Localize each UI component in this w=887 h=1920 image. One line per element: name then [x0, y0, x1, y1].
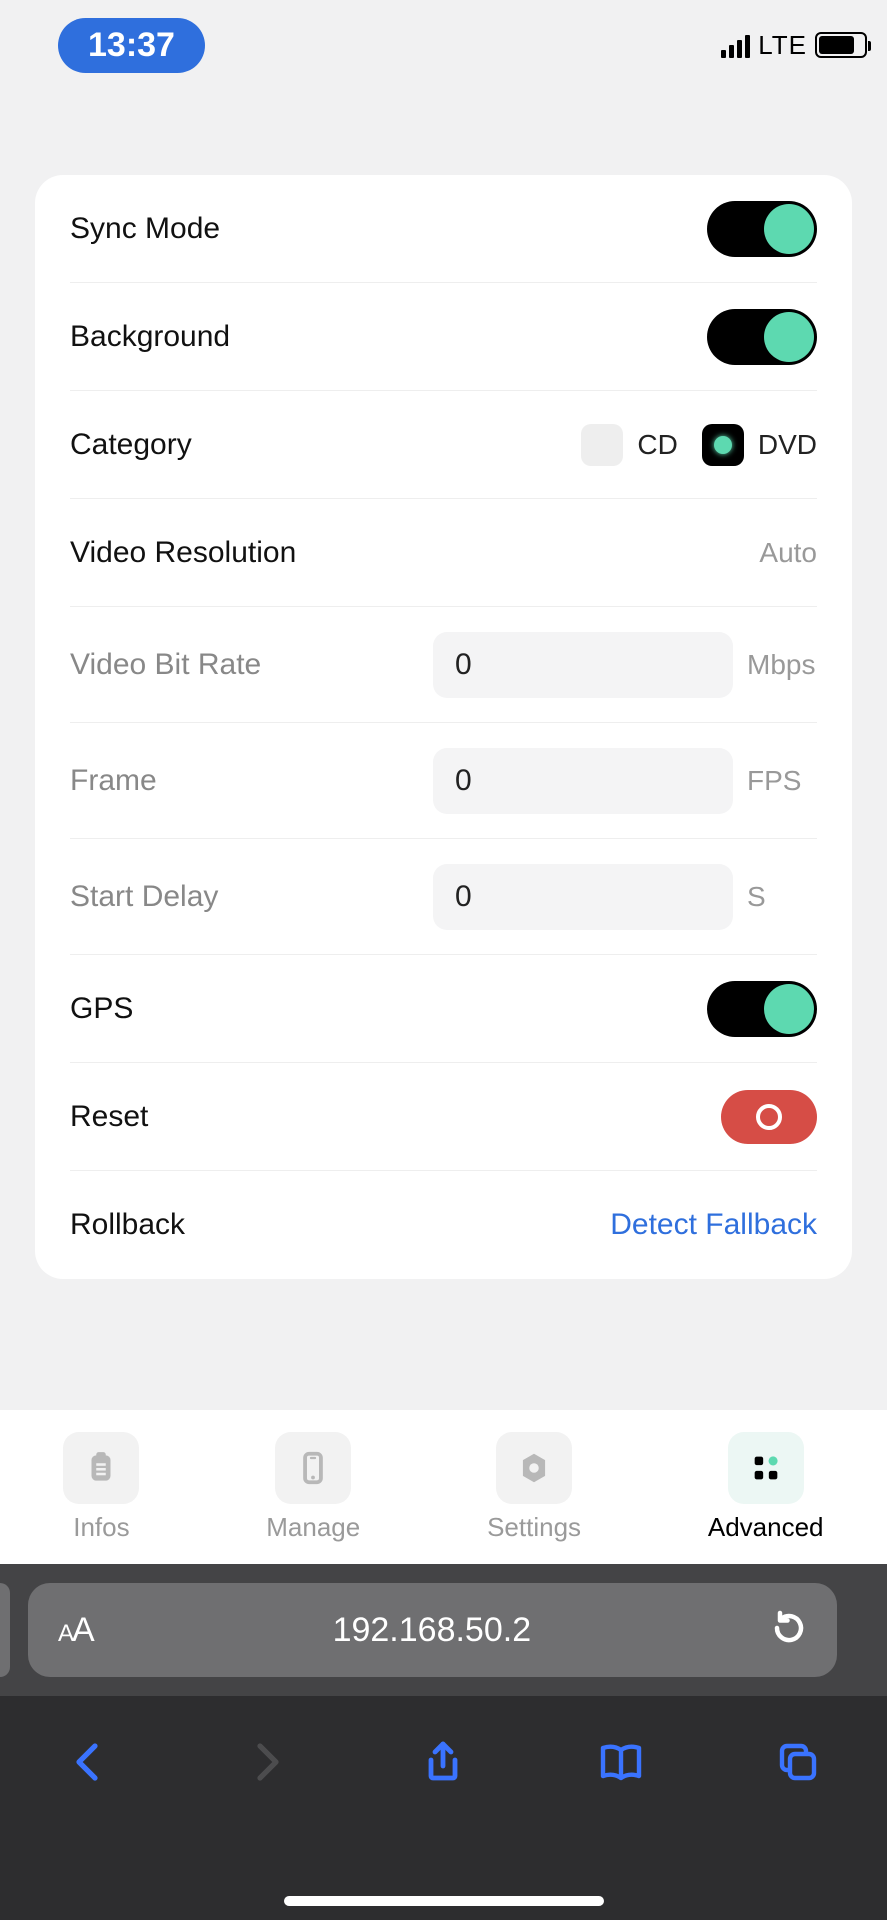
- nav-advanced-label: Advanced: [708, 1512, 824, 1543]
- video-bit-rate-unit: Mbps: [747, 649, 817, 681]
- reload-icon: [771, 1610, 807, 1646]
- battery-icon: [815, 32, 867, 58]
- tabs-icon: [774, 1738, 822, 1786]
- tab-hint[interactable]: [0, 1583, 10, 1677]
- share-button[interactable]: [413, 1732, 473, 1792]
- start-delay-unit: S: [747, 881, 817, 913]
- row-frame: Frame FPS: [70, 723, 817, 839]
- gear-icon: [515, 1449, 553, 1487]
- back-button[interactable]: [59, 1732, 119, 1792]
- chevron-right-icon: [242, 1738, 290, 1786]
- category-label: Category: [70, 428, 192, 462]
- background-label: Background: [70, 320, 230, 354]
- frame-label: Frame: [70, 764, 157, 798]
- category-option-dvd: DVD: [758, 429, 817, 461]
- frame-input[interactable]: [433, 748, 733, 814]
- category-radio-cd[interactable]: [581, 424, 623, 466]
- row-reset: Reset: [70, 1063, 817, 1171]
- nav-advanced[interactable]: Advanced: [708, 1432, 824, 1543]
- start-delay-input[interactable]: [433, 864, 733, 930]
- row-category: Category CD DVD: [70, 391, 817, 499]
- row-start-delay: Start Delay S: [70, 839, 817, 955]
- video-resolution-value: Auto: [759, 537, 817, 569]
- safari-toolbar: [0, 1696, 887, 1920]
- row-sync-mode: Sync Mode: [70, 175, 817, 283]
- clipboard-icon: [82, 1449, 120, 1487]
- safari-url-area: AA 192.168.50.2: [0, 1564, 887, 1696]
- network-label: LTE: [758, 30, 807, 61]
- row-video-resolution[interactable]: Video Resolution Auto: [70, 499, 817, 607]
- sync-mode-toggle[interactable]: [707, 201, 817, 257]
- row-background: Background: [70, 283, 817, 391]
- gps-label: GPS: [70, 992, 133, 1026]
- row-gps: GPS: [70, 955, 817, 1063]
- settings-card: Sync Mode Background Category CD DVD Vid…: [35, 175, 852, 1279]
- sync-mode-label: Sync Mode: [70, 212, 220, 246]
- video-bit-rate-input[interactable]: [433, 632, 733, 698]
- phone-icon: [294, 1449, 332, 1487]
- nav-infos[interactable]: Infos: [63, 1432, 139, 1543]
- nav-settings[interactable]: Settings: [487, 1432, 581, 1543]
- url-text: 192.168.50.2: [333, 1611, 532, 1650]
- status-right: LTE: [721, 30, 867, 61]
- home-indicator[interactable]: [284, 1896, 604, 1906]
- reset-button[interactable]: [721, 1090, 817, 1144]
- nav-manage-label: Manage: [266, 1512, 360, 1543]
- forward-button: [236, 1732, 296, 1792]
- row-rollback: Rollback Detect Fallback: [70, 1171, 817, 1279]
- signal-icon: [721, 32, 750, 58]
- reset-label: Reset: [70, 1100, 148, 1134]
- category-radio-dvd[interactable]: [702, 424, 744, 466]
- rollback-label: Rollback: [70, 1208, 185, 1242]
- video-bit-rate-label: Video Bit Rate: [70, 648, 261, 682]
- book-icon: [597, 1738, 645, 1786]
- grid-icon: [749, 1451, 783, 1485]
- video-resolution-label: Video Resolution: [70, 536, 296, 570]
- status-time-pill[interactable]: 13:37: [58, 18, 205, 73]
- frame-unit: FPS: [747, 765, 817, 797]
- reload-button[interactable]: [771, 1610, 807, 1651]
- status-bar: 13:37 LTE: [0, 0, 887, 90]
- nav-infos-label: Infos: [73, 1512, 129, 1543]
- nav-settings-label: Settings: [487, 1512, 581, 1543]
- nav-manage[interactable]: Manage: [266, 1432, 360, 1543]
- text-size-button[interactable]: AA: [58, 1611, 93, 1650]
- gps-toggle[interactable]: [707, 981, 817, 1037]
- url-bar[interactable]: AA 192.168.50.2: [28, 1583, 837, 1677]
- share-icon: [419, 1738, 467, 1786]
- category-option-cd: CD: [637, 429, 677, 461]
- app-bottom-nav: Infos Manage Settings Advanced: [0, 1410, 887, 1564]
- chevron-left-icon: [65, 1738, 113, 1786]
- circle-icon: [756, 1104, 782, 1130]
- detect-fallback-link[interactable]: Detect Fallback: [610, 1208, 817, 1242]
- start-delay-label: Start Delay: [70, 880, 218, 914]
- background-toggle[interactable]: [707, 309, 817, 365]
- tabs-button[interactable]: [768, 1732, 828, 1792]
- bookmarks-button[interactable]: [591, 1732, 651, 1792]
- row-video-bit-rate: Video Bit Rate Mbps: [70, 607, 817, 723]
